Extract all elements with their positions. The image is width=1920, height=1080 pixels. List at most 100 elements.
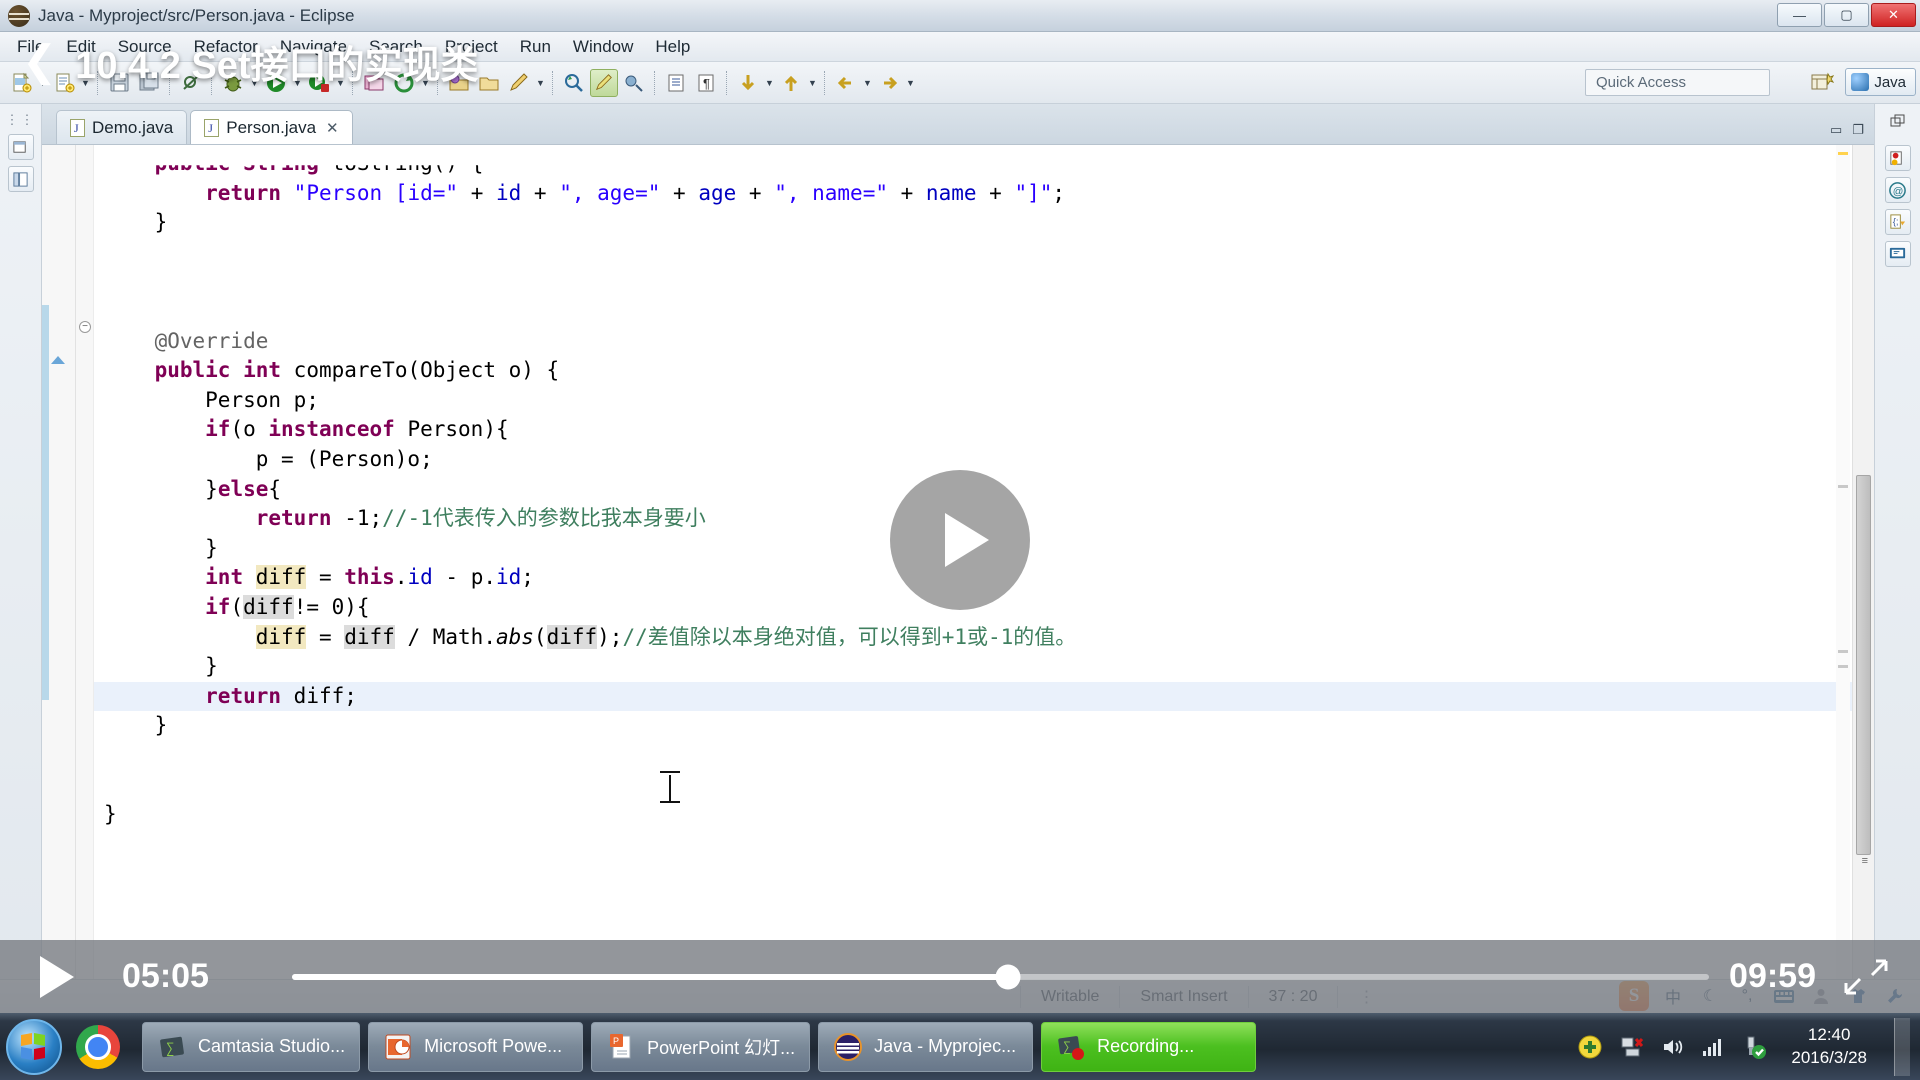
next-annotation-dropdown-icon[interactable]: ▼ (763, 70, 776, 96)
back-dropdown-icon[interactable]: ▼ (861, 70, 874, 96)
seek-handle[interactable] (995, 964, 1021, 989)
forward-dropdown-icon[interactable]: ▼ (904, 70, 917, 96)
taskbar-item-recording[interactable]: ∑ Recording... (1041, 1021, 1257, 1072)
run-dropdown-icon[interactable]: ▼ (291, 70, 304, 96)
save-all-icon[interactable] (135, 69, 163, 97)
menu-project[interactable]: Project (434, 34, 509, 60)
skip-breakpoints-icon[interactable] (177, 69, 205, 97)
seek-bar[interactable] (292, 964, 1710, 989)
network-alert-icon[interactable] (1617, 1033, 1645, 1061)
new-java-project-icon[interactable] (445, 69, 473, 97)
edit-icon[interactable] (505, 69, 533, 97)
close-button[interactable]: ✕ (1871, 3, 1916, 27)
left-rail-handle[interactable]: ⋮⋮ (0, 112, 41, 128)
svg-text:P: P (613, 1036, 619, 1046)
tab-person-java[interactable]: Person.java ✕ (190, 110, 353, 144)
right-rail-handle[interactable] (1875, 110, 1920, 139)
overview-occurrence-mark-3[interactable] (1838, 665, 1848, 668)
new-class-dropdown-icon[interactable]: ▼ (79, 70, 92, 96)
link-with-editor-icon[interactable] (620, 69, 648, 97)
video-center-play-button[interactable] (890, 470, 1030, 610)
menu-navigate[interactable]: Navigate (269, 34, 358, 60)
javadoc-icon[interactable]: @ (1884, 177, 1911, 203)
declaration-view-icon[interactable]: {; (1884, 209, 1911, 235)
new-window-icon[interactable] (360, 69, 388, 97)
menu-search[interactable]: Search (358, 34, 434, 60)
editor-vscroll-thumb[interactable] (1856, 475, 1871, 855)
quick-access-input[interactable]: Quick Access (1585, 69, 1770, 96)
code-token: toString (331, 151, 433, 175)
tab-demo-java[interactable]: Demo.java (56, 110, 188, 144)
volume-icon[interactable] (1658, 1033, 1686, 1061)
new-java-class-icon[interactable] (50, 69, 78, 97)
cursor-cap-top (660, 771, 680, 773)
show-desktop-button[interactable] (1894, 1017, 1910, 1076)
tab-close-icon[interactable]: ✕ (326, 119, 339, 137)
start-button[interactable] (6, 1018, 62, 1075)
minimize-button[interactable]: — (1777, 3, 1822, 27)
fold-collapse-icon[interactable]: − (79, 321, 91, 333)
package-explorer-icon[interactable] (7, 166, 34, 192)
refresh-dropdown-icon[interactable]: ▼ (419, 70, 432, 96)
taskbar-clock[interactable]: 12:40 2016/3/28 (1781, 1024, 1881, 1070)
taskbar-item-eclipse[interactable]: Java - Myprojec... (818, 1021, 1034, 1072)
refresh-icon[interactable] (390, 69, 418, 97)
fullscreen-button[interactable] (1842, 957, 1890, 997)
editor-overview-ruler[interactable] (1836, 145, 1850, 991)
task-list-icon[interactable] (1884, 145, 1911, 171)
new-java-file-icon[interactable] (7, 69, 35, 97)
code-token: + (736, 180, 775, 205)
open-perspective-icon[interactable] (1805, 68, 1839, 96)
overview-occurrence-mark-2[interactable] (1838, 650, 1848, 653)
toggle-block-selection-icon[interactable] (662, 69, 690, 97)
debug-icon[interactable] (219, 69, 247, 97)
taskbar-item-camtasia[interactable]: ∑ Camtasia Studio... (142, 1021, 361, 1072)
menu-refactor[interactable]: Refactor (183, 34, 269, 60)
menu-edit[interactable]: Edit (55, 34, 106, 60)
maximize-button[interactable]: ▢ (1824, 3, 1869, 27)
overview-occurrence-mark[interactable] (1838, 485, 1848, 488)
editor-folding-bar[interactable]: − (76, 145, 94, 991)
editor-vertical-scrollbar[interactable]: ≡ (1852, 145, 1874, 991)
perspective-java-button[interactable]: Java (1845, 68, 1916, 96)
minimize-editor-icon[interactable]: ▭ (1830, 122, 1842, 138)
edit-dropdown-icon[interactable]: ▼ (534, 70, 547, 96)
search-icon[interactable] (560, 69, 588, 97)
code-token: = (306, 565, 345, 590)
open-folder-icon[interactable] (475, 69, 503, 97)
overview-warning-mark[interactable] (1838, 152, 1848, 155)
code-line: Person p; (94, 386, 1874, 416)
menu-help[interactable]: Help (644, 34, 701, 60)
run-history-dropdown-icon[interactable]: ▼ (334, 70, 347, 96)
editor-marker-bar[interactable] (42, 145, 76, 991)
debug-dropdown-icon[interactable]: ▼ (248, 70, 261, 96)
menu-source[interactable]: Source (107, 34, 183, 60)
menu-window[interactable]: Window (562, 34, 644, 60)
run-icon[interactable] (262, 69, 290, 97)
save-icon[interactable] (105, 69, 133, 97)
console-icon[interactable] (1884, 241, 1911, 267)
annotation-icon[interactable] (590, 68, 618, 97)
signal-icon[interactable] (1699, 1033, 1727, 1061)
update-icon[interactable] (1576, 1033, 1604, 1061)
restore-package-explorer-icon[interactable] (7, 134, 34, 160)
back-icon[interactable] (832, 69, 860, 97)
usb-safe-remove-icon[interactable] (1740, 1033, 1768, 1061)
prev-annotation-icon[interactable] (777, 69, 805, 97)
forward-icon[interactable] (875, 69, 903, 97)
play-button[interactable] (40, 955, 74, 998)
show-whitespace-icon[interactable]: ¶ (692, 69, 720, 97)
taskbar-item-powerpoint[interactable]: Microsoft Powe... (368, 1021, 584, 1072)
prev-annotation-dropdown-icon[interactable]: ▼ (806, 70, 819, 96)
chrome-icon[interactable] (76, 1024, 120, 1069)
menu-run[interactable]: Run (509, 34, 562, 60)
code-token: / Math. (394, 624, 496, 649)
taskbar-item-powerpoint-doc[interactable]: P PowerPoint 幻灯... (591, 1021, 811, 1072)
maximize-editor-icon[interactable]: ❐ (1852, 122, 1864, 138)
new-dropdown-icon[interactable]: ▼ (36, 70, 49, 96)
next-annotation-icon[interactable] (734, 69, 762, 97)
menu-file[interactable]: File (6, 34, 55, 60)
run-history-icon[interactable] (305, 69, 333, 97)
